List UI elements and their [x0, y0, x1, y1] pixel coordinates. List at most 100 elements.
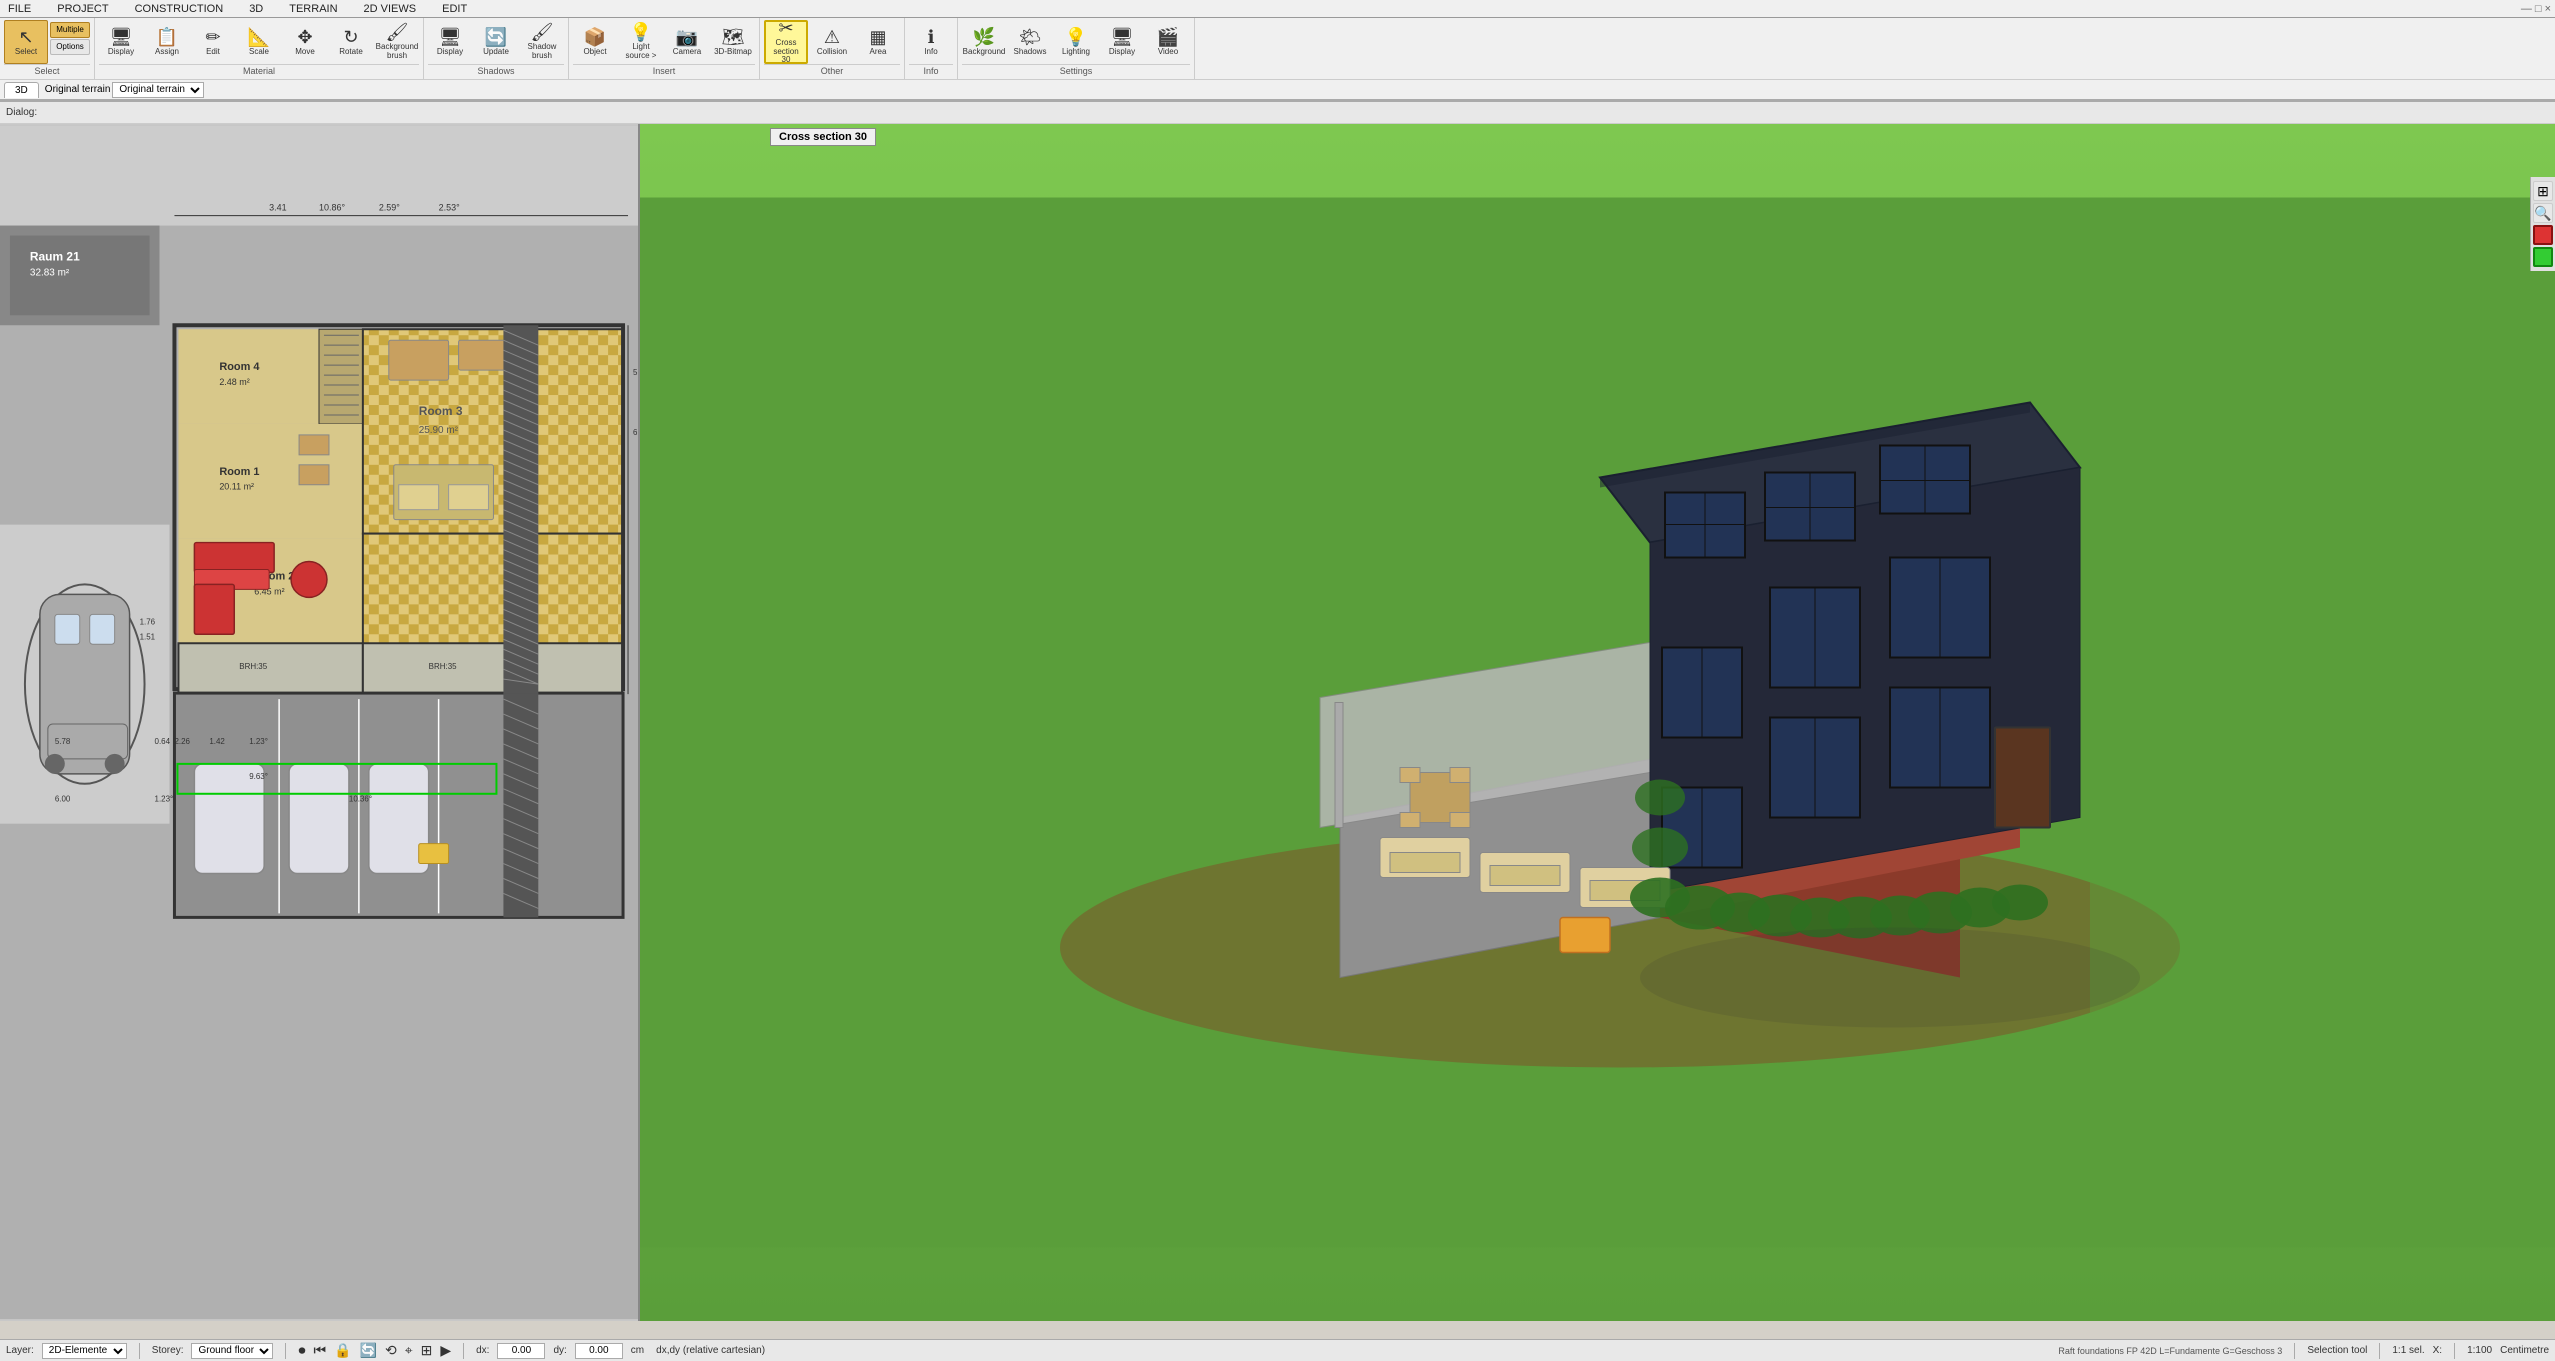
rotate-button[interactable]: ↻ Rotate [329, 20, 373, 64]
zoom-fit-button[interactable]: ⊞ [2533, 181, 2553, 201]
scale-label: 1:1 sel. [2392, 1345, 2424, 1356]
cross-section-button[interactable]: ✂ Cross section 30 [764, 20, 808, 64]
light-source-icon: 💡 [630, 23, 652, 41]
svg-text:2.53°: 2.53° [439, 203, 460, 213]
shadow-brush-icon: 🖌 [531, 23, 554, 41]
light-source-button[interactable]: 💡 Light source > [619, 20, 663, 64]
shadows2-button[interactable]: 🌤 Shadows [1008, 20, 1052, 64]
tab-3d[interactable]: 3D [4, 82, 39, 98]
nav-icon7[interactable]: ⊞ [421, 1342, 433, 1359]
coord-label: dx,dy (relative cartesian) [656, 1345, 765, 1356]
background2-button[interactable]: 🌿 Background [962, 20, 1006, 64]
video-button[interactable]: 🎬 Video [1146, 20, 1190, 64]
lighting-button[interactable]: 💡 Lighting [1054, 20, 1098, 64]
dx-input[interactable] [497, 1343, 545, 1359]
display3-icon: 🖥 [1111, 28, 1134, 46]
info-icon: ℹ [928, 28, 935, 46]
move-icon: ✥ [297, 28, 312, 46]
settings-section-label: Settings [962, 64, 1190, 77]
select-icon: ↖ [18, 28, 33, 46]
color-tool2[interactable] [2533, 247, 2553, 267]
svg-text:6.44°: 6.44° [633, 428, 638, 437]
toolbar-info-section: ℹ Info Info [905, 18, 958, 79]
layer-select[interactable]: 2D-Elemente [42, 1343, 127, 1359]
display-button[interactable]: 🖥 Display [99, 20, 143, 64]
svg-text:1.23°: 1.23° [249, 737, 268, 746]
video-icon: 🎬 [1157, 28, 1179, 46]
other-section-label: Other [764, 64, 900, 77]
toolbar-insert-section: 📦 Object 💡 Light source > 📷 Camera 🗺 3D-… [569, 18, 760, 79]
info-section-label: Info [909, 64, 953, 77]
menu-construction[interactable]: CONSTRUCTION [131, 2, 228, 16]
nav-icon1[interactable]: ⏺ [298, 1342, 305, 1359]
move-button[interactable]: ✥ Move [283, 20, 327, 64]
storey-select[interactable]: Ground floor [191, 1343, 273, 1359]
edit-button[interactable]: ✏ Edit [191, 20, 235, 64]
background-brush-button[interactable]: 🖌 Background brush [375, 20, 419, 64]
svg-text:BRH:35: BRH:35 [429, 662, 457, 671]
material-section-label: Material [99, 64, 419, 77]
svg-text:5.69: 5.69 [633, 368, 638, 377]
svg-text:3.41: 3.41 [269, 203, 286, 213]
nav-icon5[interactable]: ⟲ [385, 1342, 397, 1359]
svg-text:Room 1: Room 1 [219, 466, 259, 478]
zoom-button[interactable]: 🔍 [2533, 203, 2553, 223]
assign-icon: 📋 [156, 28, 178, 46]
menu-edit[interactable]: EDIT [438, 2, 471, 16]
svg-text:1.76: 1.76 [140, 617, 156, 626]
unit-label: cm [631, 1345, 644, 1356]
layer-label: Layer: [6, 1345, 34, 1356]
tab-bar: 3D Original terrain Original terrain [0, 80, 2555, 100]
bitmap3d-icon: 🗺 [722, 28, 745, 46]
multiple-button[interactable]: Multiple [50, 22, 90, 38]
svg-text:2.48 m²: 2.48 m² [219, 377, 249, 387]
menu-2dviews[interactable]: 2D VIEWS [360, 2, 421, 16]
cross-section-overlay-label: Cross section 30 [770, 128, 876, 146]
nav-icon3[interactable]: 🔒 [334, 1342, 351, 1359]
options-button[interactable]: Options [50, 39, 90, 55]
menu-3d[interactable]: 3D [245, 2, 267, 16]
bitmap3d-button[interactable]: 🗺 3D-Bitmap [711, 20, 755, 64]
svg-text:2.59°: 2.59° [379, 203, 400, 213]
area-button[interactable]: ▦ Area [856, 20, 900, 64]
collision-button[interactable]: ⚠ Collision [810, 20, 854, 64]
main-content: Raum 21 32.83 m² Room 4 2.48 m² [0, 124, 2555, 1321]
scale-button[interactable]: 📐 Scale [237, 20, 281, 64]
select-button[interactable]: ↖ Select [4, 20, 48, 64]
nav-icon6[interactable]: ⌖ [405, 1342, 413, 1359]
menu-terrain[interactable]: TERRAIN [285, 2, 341, 16]
collision-icon: ⚠ [824, 28, 840, 46]
camera-button[interactable]: 📷 Camera [665, 20, 709, 64]
info-button[interactable]: ℹ Info [909, 20, 953, 64]
shadow-brush-button[interactable]: 🖌 Shadow brush [520, 20, 564, 64]
object-button[interactable]: 📦 Object [573, 20, 617, 64]
display2-icon: 🖥 [439, 28, 462, 46]
svg-text:32.83 m²: 32.83 m² [30, 267, 70, 278]
color-tool1[interactable] [2533, 225, 2553, 245]
toolbar-other-section: ✂ Cross section 30 ⚠ Collision ▦ Area Ot… [760, 18, 905, 79]
svg-text:0.64: 0.64 [155, 737, 171, 746]
camera-icon: 📷 [676, 28, 698, 46]
svg-text:20.11 m²: 20.11 m² [219, 482, 254, 492]
terrain-select[interactable]: Original terrain [112, 82, 204, 98]
toolbar-material-section: 🖥 Display 📋 Assign ✏ Edit 📐 Scale ✥ [95, 18, 424, 79]
dy-input[interactable] [575, 1343, 623, 1359]
update-icon: 🔄 [485, 28, 507, 46]
status-bar: Layer: 2D-Elemente Storey: Ground floor … [0, 1339, 2555, 1361]
display2-button[interactable]: 🖥 Display [428, 20, 472, 64]
menu-project[interactable]: PROJECT [53, 2, 112, 16]
object-icon: 📦 [584, 28, 606, 46]
svg-text:10.86°: 10.86° [319, 203, 345, 213]
menu-file[interactable]: FILE [4, 2, 35, 16]
background2-icon: 🌿 [973, 28, 995, 46]
right-tools: ⊞ 🔍 [2530, 177, 2555, 271]
display3-button[interactable]: 🖥 Display [1100, 20, 1144, 64]
nav-icon4[interactable]: 🔄 [360, 1342, 377, 1359]
cross-section-icon: ✂ [778, 19, 793, 37]
update-button[interactable]: 🔄 Update [474, 20, 518, 64]
assign-button[interactable]: 📋 Assign [145, 20, 189, 64]
nav-icon8[interactable]: ▶ [440, 1342, 451, 1359]
svg-text:Room 3: Room 3 [419, 404, 463, 418]
left-panel: Raum 21 32.83 m² Room 4 2.48 m² [0, 124, 640, 1321]
nav-icon2[interactable]: ⏮ [313, 1342, 326, 1359]
